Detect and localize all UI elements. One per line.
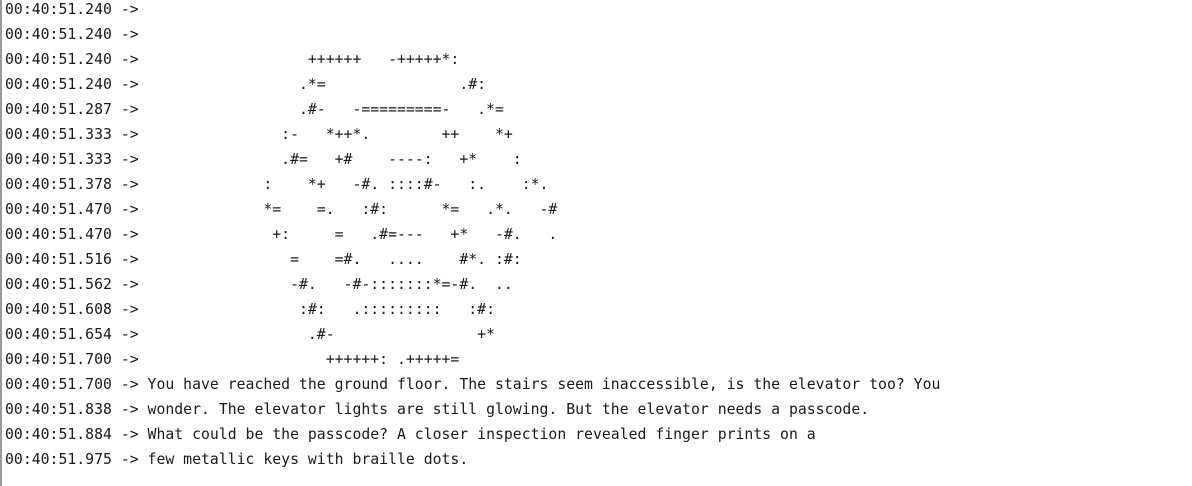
log-arrow: ->: [111, 401, 148, 418]
log-message: :#: .::::::::: :#:: [147, 301, 495, 318]
log-message: .#- +*: [147, 326, 495, 343]
log-line: 00:40:51.608 -> :#: .::::::::: :#:: [5, 301, 495, 326]
log-arrow: ->: [111, 26, 148, 43]
log-timestamp: 00:40:51.470: [5, 226, 112, 243]
log-timestamp: 00:40:51.700: [5, 376, 112, 393]
log-timestamp: 00:40:51.975: [5, 451, 112, 468]
log-timestamp: 00:40:51.240: [5, 26, 112, 43]
log-arrow: ->: [111, 451, 148, 468]
log-arrow: ->: [111, 351, 148, 368]
log-line: 00:40:51.700 -> You have reached the gro…: [5, 376, 940, 401]
log-line: 00:40:51.287 -> .#- -=========- .*=: [5, 101, 504, 126]
log-arrow: ->: [111, 326, 148, 343]
log-line: 00:40:51.333 -> .#= +# ----: +* :: [5, 151, 522, 176]
log-timestamp: 00:40:51.700: [5, 351, 112, 368]
log-timestamp: 00:40:51.240: [5, 51, 112, 68]
log-line: 00:40:51.975 -> few metallic keys with b…: [5, 451, 468, 476]
log-line: 00:40:51.378 -> : *+ -#. ::::#- :. :*.: [5, 176, 548, 201]
log-arrow: ->: [111, 226, 148, 243]
log-line: 00:40:51.884 -> What could be the passco…: [5, 426, 816, 451]
log-arrow: ->: [111, 426, 148, 443]
log-arrow: ->: [111, 101, 148, 118]
log-arrow: ->: [111, 151, 148, 168]
log-message: few metallic keys with braille dots.: [147, 451, 469, 468]
log-message: .*= .#:: [147, 76, 487, 93]
log-arrow: ->: [111, 76, 148, 93]
log-line: 00:40:51.516 -> = =#. .... #*. :#:: [5, 251, 522, 276]
log-arrow: ->: [111, 301, 148, 318]
log-arrow: ->: [111, 51, 148, 68]
log-timestamp: 00:40:51.884: [5, 426, 112, 443]
log-line: 00:40:51.470 -> +: = .#=--- +* -#. .: [5, 226, 557, 251]
log-message: What could be the passcode? A closer ins…: [147, 426, 816, 443]
log-message: .#- -=========- .*=: [147, 101, 504, 118]
log-message: :- *++*. ++ *+: [147, 126, 513, 143]
log-line: 00:40:51.240 -> ++++++ -+++++*:: [5, 51, 459, 76]
log-message: *= =. :#: *= .*. -#: [147, 201, 558, 218]
log-message: -#. -#-:::::::*=-#. ..: [147, 276, 513, 293]
log-timestamp: 00:40:51.240: [5, 1, 112, 18]
log-arrow: ->: [111, 1, 148, 18]
log-line: 00:40:51.240 ->: [5, 1, 148, 26]
log-arrow: ->: [111, 276, 148, 293]
log-line: 00:40:51.838 -> wonder. The elevator lig…: [5, 401, 869, 426]
log-message: +: = .#=--- +* -#. .: [147, 226, 558, 243]
log-line: 00:40:51.240 -> .*= .#:: [5, 76, 486, 101]
log-arrow: ->: [111, 201, 148, 218]
log-message: = =#. .... #*. :#:: [147, 251, 522, 268]
log-message: : *+ -#. ::::#- :. :*.: [147, 176, 549, 193]
log-timestamp: 00:40:51.333: [5, 151, 112, 168]
log-message: .#= +# ----: +* :: [147, 151, 522, 168]
log-timestamp: 00:40:51.287: [5, 101, 112, 118]
log-timestamp: 00:40:51.562: [5, 276, 112, 293]
log-timestamp: 00:40:51.333: [5, 126, 112, 143]
log-line: 00:40:51.333 -> :- *++*. ++ *+: [5, 126, 513, 151]
log-message: wonder. The elevator lights are still gl…: [147, 401, 870, 418]
log-line: 00:40:51.700 -> ++++++: .+++++=: [5, 351, 459, 376]
log-timestamp: 00:40:51.516: [5, 251, 112, 268]
log-line: 00:40:51.654 -> .#- +*: [5, 326, 495, 351]
log-arrow: ->: [111, 176, 148, 193]
log-timestamp: 00:40:51.240: [5, 76, 112, 93]
log-arrow: ->: [111, 376, 148, 393]
log-message: ++++++: .+++++=: [147, 351, 460, 368]
log-arrow: ->: [111, 126, 148, 143]
log-timestamp: 00:40:51.470: [5, 201, 112, 218]
log-line: 00:40:51.240 ->: [5, 26, 148, 51]
log-message: You have reached the ground floor. The s…: [147, 376, 941, 393]
log-timestamp: 00:40:51.378: [5, 176, 112, 193]
log-arrow: ->: [111, 251, 148, 268]
log-timestamp: 00:40:51.608: [5, 301, 112, 318]
serial-monitor-output[interactable]: 00:40:51.240 -> 00:40:51.240 -> 00:40:51…: [0, 0, 1192, 486]
log-message: ++++++ -+++++*:: [147, 51, 460, 68]
log-line: 00:40:51.470 -> *= =. :#: *= .*. -#: [5, 201, 557, 226]
log-line: 00:40:51.562 -> -#. -#-:::::::*=-#. ..: [5, 276, 513, 301]
log-timestamp: 00:40:51.654: [5, 326, 112, 343]
log-timestamp: 00:40:51.838: [5, 401, 112, 418]
